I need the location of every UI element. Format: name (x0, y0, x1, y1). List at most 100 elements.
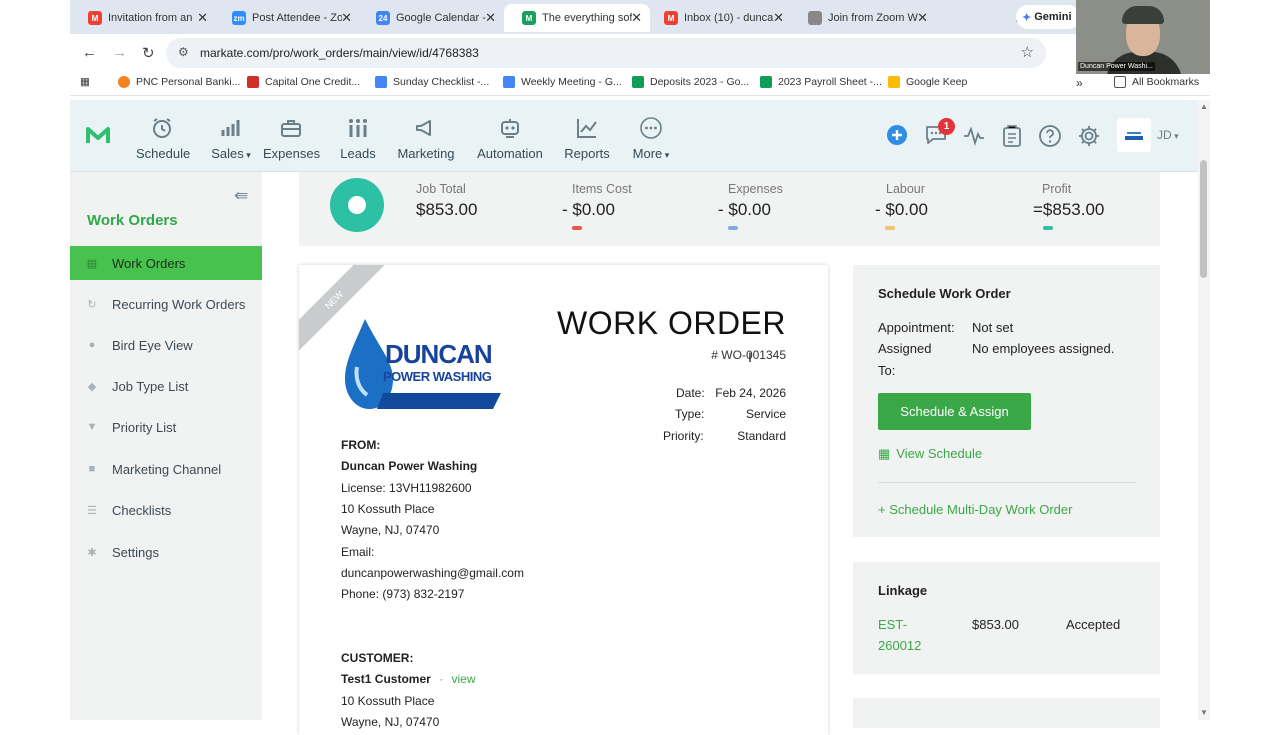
bookmark-item[interactable]: 2023 Payroll Sheet -... (760, 76, 882, 88)
sidebar-item-settings[interactable]: ✱ Settings (70, 535, 262, 569)
notification-badge: 1 (938, 118, 955, 135)
nav-schedule[interactable]: Schedule (136, 116, 190, 161)
date-label: Date: (676, 386, 705, 400)
close-icon[interactable]: ✕ (485, 10, 496, 26)
items-cost-stat: Items Cost - $0.00 (562, 182, 632, 230)
sidebar-item-job-type-list[interactable]: ◆ Job Type List (70, 369, 262, 403)
browser-tab[interactable]: zm Post Attendee - Zo ✕ (214, 4, 360, 32)
markate-logo-icon[interactable] (86, 126, 110, 144)
scroll-down-icon[interactable]: ▼ (1200, 708, 1208, 717)
nav-label: Expenses (263, 146, 321, 161)
priority-value: Standard (737, 429, 786, 443)
bookmark-label: Capital One Credit... (265, 76, 361, 88)
close-icon[interactable]: ✕ (773, 10, 784, 26)
view-schedule-link[interactable]: ▦ View Schedule (878, 446, 982, 462)
customer-line: Test1 Customer · view (341, 672, 476, 686)
nav-label: Automation (477, 146, 543, 161)
refresh-icon: ↻ (87, 298, 97, 311)
sidebar-item-bird-eye-view[interactable]: ● Bird Eye View (70, 328, 262, 362)
gemini-button[interactable]: ✦ Gemini (1016, 5, 1080, 29)
schedule-assign-button[interactable]: Schedule & Assign (878, 393, 1031, 430)
company-avatar[interactable] (1117, 118, 1151, 152)
browser-tab[interactable]: Join from Zoom W ✕ (790, 4, 936, 32)
pulse-icon[interactable] (962, 124, 986, 148)
browser-tab[interactable]: M Invitation from an ✕ (70, 4, 216, 32)
sidebar-item-checklists[interactable]: ☰ Checklists (70, 493, 262, 527)
stat-label: Items Cost (572, 182, 632, 196)
close-icon[interactable]: ✕ (341, 10, 352, 26)
work-order-document: NEW DUNCAN POWER WASHING WORK ORDER # WO… (299, 265, 828, 735)
gmail-icon: M (664, 11, 678, 25)
apps-icon[interactable]: ▦ (80, 76, 90, 88)
site-info-icon[interactable]: ⚙ (178, 45, 189, 59)
sidebar-item-recurring-work-orders[interactable]: ↻ Recurring Work Orders (70, 287, 262, 321)
sidebar-item-work-orders[interactable]: ▤ Work Orders (70, 246, 262, 280)
globe-icon (808, 11, 822, 25)
bookmark-item[interactable]: Sunday Checklist -... (375, 76, 489, 88)
reload-icon[interactable]: ↻ (142, 44, 155, 62)
browser-tab-active[interactable]: M The everything soft ✕ (504, 4, 650, 32)
list-icon: ☰ (87, 504, 97, 517)
nav-leads[interactable]: Leads (338, 116, 378, 161)
url-field[interactable]: ⚙ markate.com/pro/work_orders/main/view/… (166, 38, 1046, 68)
type-label: Type: (675, 407, 705, 421)
user-initials: JD (1157, 128, 1172, 142)
nav-marketing[interactable]: Marketing (396, 116, 456, 161)
bookmark-label: Sunday Checklist -... (393, 76, 490, 88)
from-address-line2: Wayne, NJ, 07470 (341, 523, 440, 537)
bookmark-item[interactable]: Google Keep (888, 76, 967, 88)
close-icon[interactable]: ✕ (631, 10, 642, 26)
help-icon[interactable] (1038, 124, 1062, 148)
bookmark-item[interactable]: Deposits 2023 - Go... (632, 76, 749, 88)
stat-value: - $0.00 (562, 200, 615, 219)
gear-icon: ✱ (87, 546, 97, 559)
company-logo-icon (1125, 132, 1143, 140)
scroll-thumb[interactable] (1200, 160, 1207, 278)
all-bookmarks[interactable]: All Bookmarks (1114, 76, 1199, 88)
messages-button[interactable]: 1 (924, 118, 955, 151)
page-scrollbar[interactable]: ▲ ▼ (1198, 100, 1210, 720)
tab-label: Join from Zoom W (828, 12, 918, 24)
bookmark-item[interactable]: PNC Personal Banki... (118, 76, 240, 88)
clipboard-icon[interactable] (1001, 124, 1023, 148)
back-icon[interactable]: ← (82, 44, 97, 61)
email-label: Email: (341, 545, 375, 559)
forward-icon[interactable]: → (112, 44, 127, 61)
bookmark-item[interactable]: Weekly Meeting - G... (503, 76, 622, 88)
chevron-down-icon: ▾ (1171, 131, 1179, 141)
star-icon[interactable]: ☆ (1021, 43, 1034, 61)
schedule-multi-day-link[interactable]: + Schedule Multi-Day Work Order (878, 502, 1072, 517)
nav-reports[interactable]: Reports (562, 116, 612, 161)
estimate-link[interactable]: EST- (878, 617, 907, 632)
line-chart-icon (577, 119, 597, 138)
more-bookmarks-icon[interactable]: » (1076, 76, 1083, 90)
scroll-up-icon[interactable]: ▲ (1200, 102, 1208, 111)
bar-chart-icon (221, 120, 240, 136)
close-icon[interactable]: ✕ (197, 10, 208, 26)
browser-tab[interactable]: 24 Google Calendar - ✕ (358, 4, 504, 32)
collapse-sidebar-icon[interactable]: ⇚ (234, 186, 248, 206)
nav-sales[interactable]: Sales ▾ (208, 116, 254, 161)
view-customer-link[interactable]: view (452, 672, 476, 686)
user-menu[interactable]: JD ▾ (1157, 128, 1179, 142)
assigned-label-2: To: (878, 363, 896, 378)
estimate-link-2[interactable]: 260012 (878, 638, 921, 653)
nav-label: More (632, 146, 663, 161)
nav-more[interactable]: More ▾ (628, 116, 674, 161)
add-icon[interactable] (886, 124, 908, 146)
gear-icon[interactable] (1077, 124, 1101, 148)
customer-label: CUSTOMER: (341, 651, 414, 665)
customer-name: Test1 Customer (341, 672, 431, 686)
folder-icon (1114, 76, 1126, 88)
browser-tab[interactable]: M Inbox (10) - dunca ✕ (646, 4, 792, 32)
sidebar-item-marketing-channel[interactable]: ■ Marketing Channel (70, 452, 262, 486)
phone: Phone: (973) 832-2197 (341, 587, 465, 601)
nav-automation[interactable]: Automation (474, 116, 546, 161)
linkage-status: Accepted (1066, 617, 1121, 632)
close-icon[interactable]: ✕ (917, 10, 928, 26)
app-header: Schedule Sales ▾ Expenses Leads Marketin… (70, 100, 1198, 172)
bookmark-item[interactable]: Capital One Credit... (247, 76, 360, 88)
nav-expenses[interactable]: Expenses (263, 116, 321, 161)
sparkle-icon: ✦ (1022, 11, 1032, 24)
sidebar-item-priority-list[interactable]: ▼ Priority List (70, 410, 262, 444)
